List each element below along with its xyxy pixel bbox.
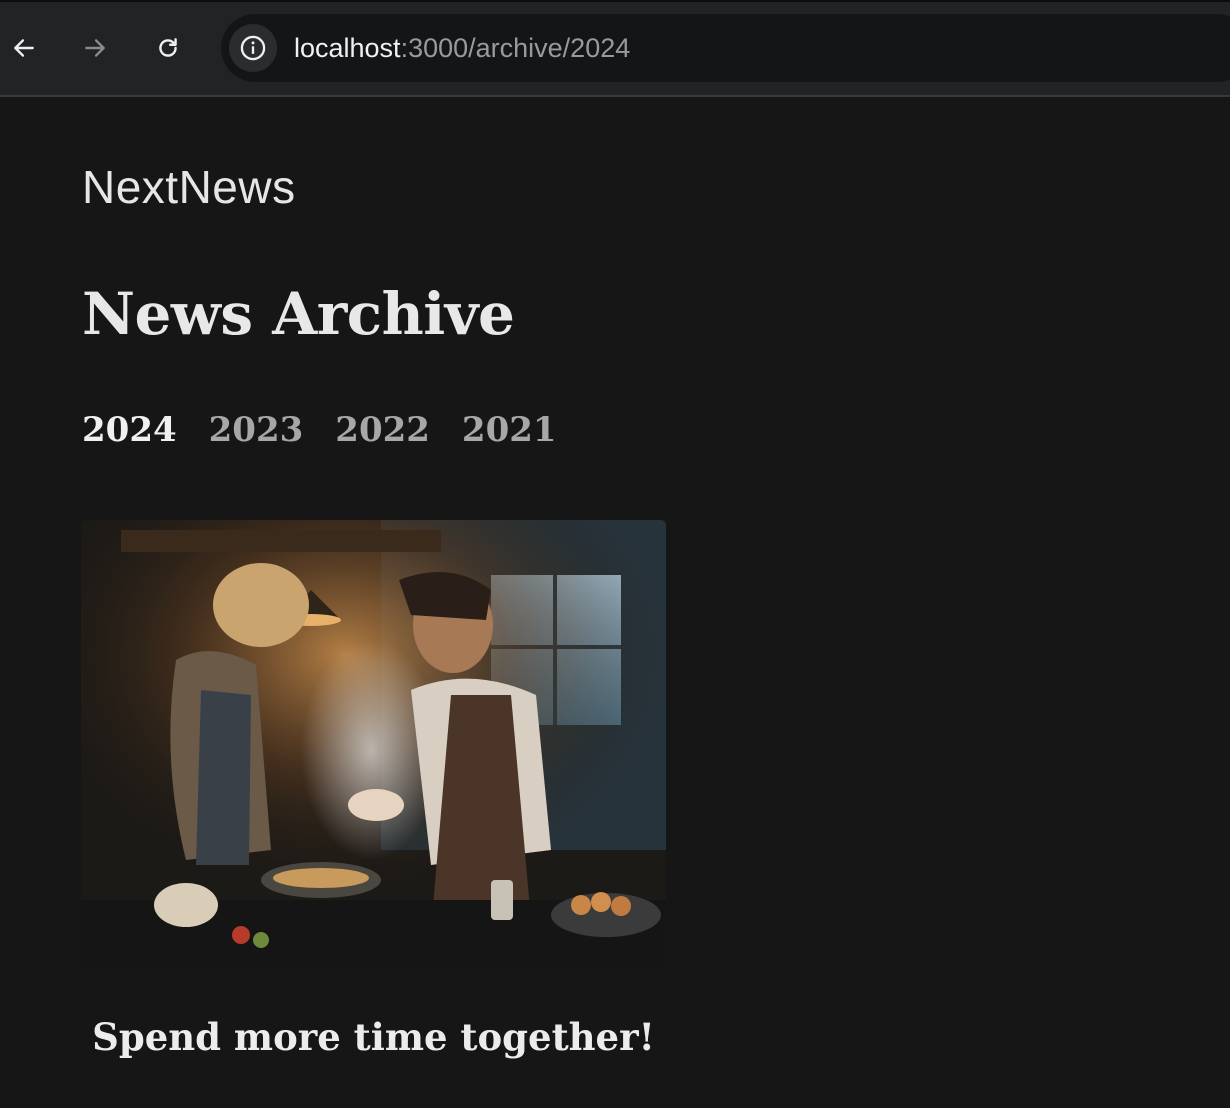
back-button[interactable] [2,26,46,70]
reload-icon [159,38,177,57]
year-filter-nav: 2024 2023 2022 2021 [82,410,557,450]
news-item-card[interactable]: Spend more time together! [81,520,666,1059]
tab-strip-edge [0,0,1230,2]
address-bar[interactable]: localhost:3000/archive/2024 [221,14,1230,82]
site-info-button[interactable] [229,24,277,72]
url-host: localhost [294,33,401,63]
year-link-2021[interactable]: 2021 [462,410,557,450]
site-logo-link[interactable]: NextNews [82,160,296,214]
news-image [81,520,666,968]
news-item-title: Spend more time together! [92,1015,655,1059]
url-path: :3000/archive/2024 [400,33,631,63]
reload-button[interactable] [146,26,190,70]
year-link-2022[interactable]: 2022 [335,410,430,450]
arrow-right-icon [85,39,105,57]
info-icon [240,35,266,61]
year-link-2024[interactable]: 2024 [82,410,177,450]
arrow-left-icon [14,39,34,57]
year-link-2023[interactable]: 2023 [209,410,304,450]
browser-toolbar: localhost:3000/archive/2024 [0,0,1230,97]
url-text: localhost:3000/archive/2024 [294,32,630,64]
page-title: News Archive [82,280,515,348]
forward-button[interactable] [73,26,117,70]
